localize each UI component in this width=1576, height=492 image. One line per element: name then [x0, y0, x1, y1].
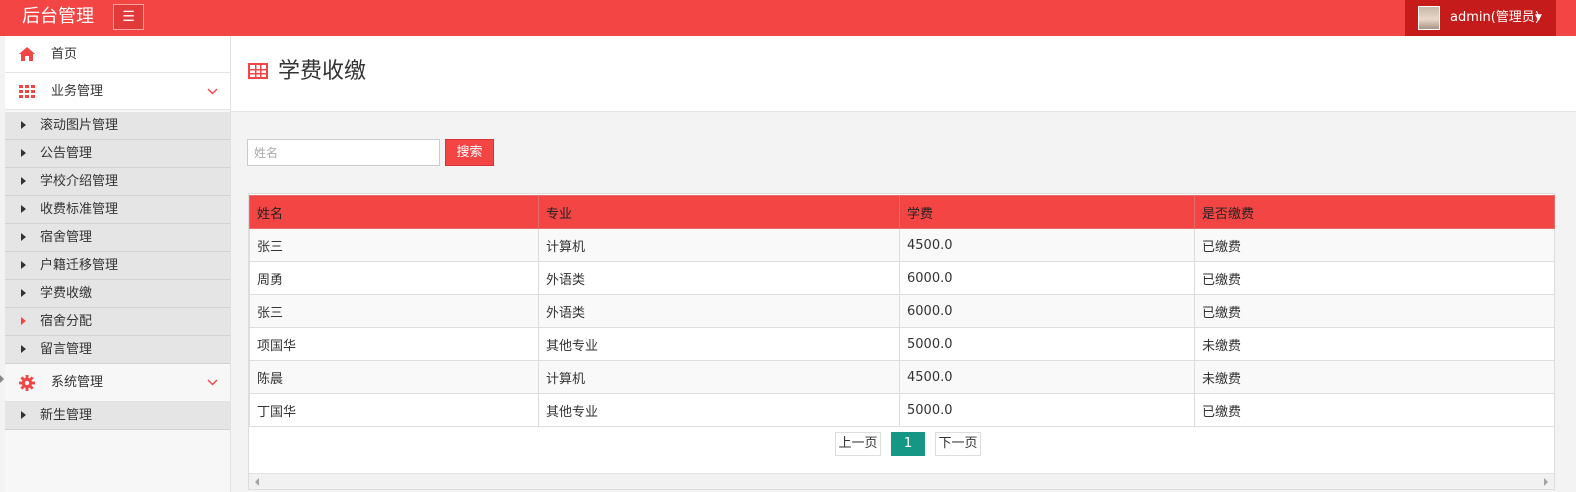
sidebar-collapse-handle[interactable] [0, 375, 4, 383]
name-search-input[interactable] [247, 139, 440, 166]
caret-right-icon [21, 261, 26, 269]
column-header: 是否缴费 [1194, 195, 1555, 229]
sidebar-subitem-freshman[interactable]: 新生管理 [5, 402, 230, 430]
avatar [1418, 6, 1440, 30]
caret-right-icon [21, 177, 26, 185]
menu-toggle-button[interactable]: ☰ [113, 4, 144, 30]
sidebar-subitem-label: 滚动图片管理 [40, 118, 119, 133]
caret-right-icon [21, 345, 26, 353]
chevron-down-icon [207, 73, 218, 110]
cell-fee: 6000.0 [899, 261, 1195, 295]
cell-name: 陈晨 [249, 360, 539, 394]
sidebar: 首页 业务管理 滚动图片管理 公告管理 学校介绍管理 收费标准管理 宿舍管理 户… [5, 36, 231, 492]
table-row[interactable]: 陈晨 计算机 4500.0 未缴费 [249, 360, 1555, 394]
sidebar-subitem-fee-standard[interactable]: 收费标准管理 [5, 196, 230, 224]
cell-name: 张三 [249, 294, 539, 328]
sidebar-subitem-messages[interactable]: 留言管理 [5, 336, 230, 364]
table-row[interactable]: 周勇 外语类 6000.0 已缴费 [249, 261, 1555, 295]
page-title: 学费收缴 [278, 59, 367, 84]
table-header-row: 姓名 专业 学费 是否缴费 [249, 195, 1555, 229]
cell-paid-status: 未缴费 [1194, 360, 1555, 394]
caret-right-icon [21, 149, 26, 157]
cell-fee: 4500.0 [899, 360, 1195, 394]
cell-major: 外语类 [538, 294, 900, 328]
data-panel: 姓名 专业 学费 是否缴费 张三 计算机 4500.0 已缴费 周勇 外语类 6… [248, 193, 1555, 490]
top-bar: 后台管理 ☰ admin(管理员) ▼ [0, 0, 1576, 36]
sidebar-subitem-label: 留言管理 [40, 342, 93, 357]
table-row[interactable]: 张三 外语类 6000.0 已缴费 [249, 294, 1555, 328]
horizontal-scrollbar[interactable] [249, 473, 1554, 489]
sidebar-subitem-label: 宿舍管理 [40, 230, 93, 245]
cell-major: 计算机 [538, 228, 900, 262]
sidebar-item-label: 业务管理 [51, 84, 104, 99]
next-page-button[interactable]: 下一页 [935, 432, 981, 456]
cell-major: 其他专业 [538, 393, 900, 427]
cell-name: 丁国华 [249, 393, 539, 427]
cell-fee: 4500.0 [899, 228, 1195, 262]
sidebar-subitem-tuition[interactable]: 学费收缴 [5, 280, 230, 308]
chevron-down-icon [207, 364, 218, 401]
sidebar-subitem-dormitory[interactable]: 宿舍管理 [5, 224, 230, 252]
user-name: admin(管理员) [1450, 10, 1540, 25]
sidebar-subitem-dorm-assignment[interactable]: 宿舍分配 [5, 308, 230, 336]
hamburger-icon: ☰ [122, 9, 135, 25]
prev-page-button[interactable]: 上一页 [835, 432, 881, 456]
cell-name: 张三 [249, 228, 539, 262]
grid-icon [17, 73, 37, 110]
sidebar-subitem-label: 学校介绍管理 [40, 174, 119, 189]
caret-right-icon [21, 317, 26, 325]
scroll-left-icon[interactable] [255, 478, 259, 486]
cell-major: 计算机 [538, 360, 900, 394]
user-menu[interactable]: admin(管理员) ▼ [1405, 0, 1556, 36]
caret-right-icon [21, 205, 26, 213]
sidebar-subitem-label: 收费标准管理 [40, 202, 119, 217]
sidebar-subitem-label: 宿舍分配 [40, 314, 93, 329]
table-row[interactable]: 项国华 其他专业 5000.0 未缴费 [249, 327, 1555, 361]
search-button[interactable]: 搜索 [445, 139, 494, 166]
sidebar-item-label: 系统管理 [51, 375, 104, 390]
column-header: 学费 [899, 195, 1195, 229]
cell-paid-status: 未缴费 [1194, 327, 1555, 361]
cell-name: 周勇 [249, 261, 539, 295]
table-icon [248, 63, 268, 79]
sidebar-item-label: 首页 [51, 47, 78, 62]
caret-right-icon [21, 233, 26, 241]
cell-major: 外语类 [538, 261, 900, 295]
cell-major: 其他专业 [538, 327, 900, 361]
cell-name: 项国华 [249, 327, 539, 361]
sidebar-subitem-carousel[interactable]: 滚动图片管理 [5, 112, 230, 140]
caret-right-icon [21, 411, 26, 419]
sidebar-subitem-school-intro[interactable]: 学校介绍管理 [5, 168, 230, 196]
column-header: 专业 [538, 195, 900, 229]
sidebar-item-business[interactable]: 业务管理 [5, 73, 230, 110]
sidebar-item-home[interactable]: 首页 [5, 36, 230, 73]
caret-down-icon: ▼ [1535, 13, 1542, 23]
cell-fee: 5000.0 [899, 327, 1195, 361]
cell-fee: 5000.0 [899, 393, 1195, 427]
scroll-right-icon[interactable] [1544, 478, 1548, 486]
sidebar-item-system[interactable]: 系统管理 [5, 364, 230, 402]
cell-fee: 6000.0 [899, 294, 1195, 328]
page-header: 学费收缴 [231, 36, 1576, 112]
sidebar-subitem-label: 公告管理 [40, 146, 93, 161]
tuition-table: 姓名 专业 学费 是否缴费 张三 计算机 4500.0 已缴费 周勇 外语类 6… [249, 195, 1555, 427]
home-icon [17, 36, 37, 73]
cell-paid-status: 已缴费 [1194, 294, 1555, 328]
cell-paid-status: 已缴费 [1194, 261, 1555, 295]
caret-right-icon [21, 121, 26, 129]
table-row[interactable]: 张三 计算机 4500.0 已缴费 [249, 228, 1555, 262]
column-header: 姓名 [249, 195, 539, 229]
cell-paid-status: 已缴费 [1194, 228, 1555, 262]
sidebar-subitem-label: 新生管理 [40, 408, 93, 423]
app-title: 后台管理 [22, 6, 94, 27]
caret-right-icon [21, 289, 26, 297]
page-1-button[interactable]: 1 [891, 432, 925, 456]
sidebar-subitem-household-transfer[interactable]: 户籍迁移管理 [5, 252, 230, 280]
sidebar-subitem-notice[interactable]: 公告管理 [5, 140, 230, 168]
sidebar-subitem-label: 学费收缴 [40, 286, 93, 301]
sidebar-subitem-label: 户籍迁移管理 [40, 258, 119, 273]
gear-icon [17, 364, 37, 401]
table-row[interactable]: 丁国华 其他专业 5000.0 已缴费 [249, 393, 1555, 427]
cell-paid-status: 已缴费 [1194, 393, 1555, 427]
